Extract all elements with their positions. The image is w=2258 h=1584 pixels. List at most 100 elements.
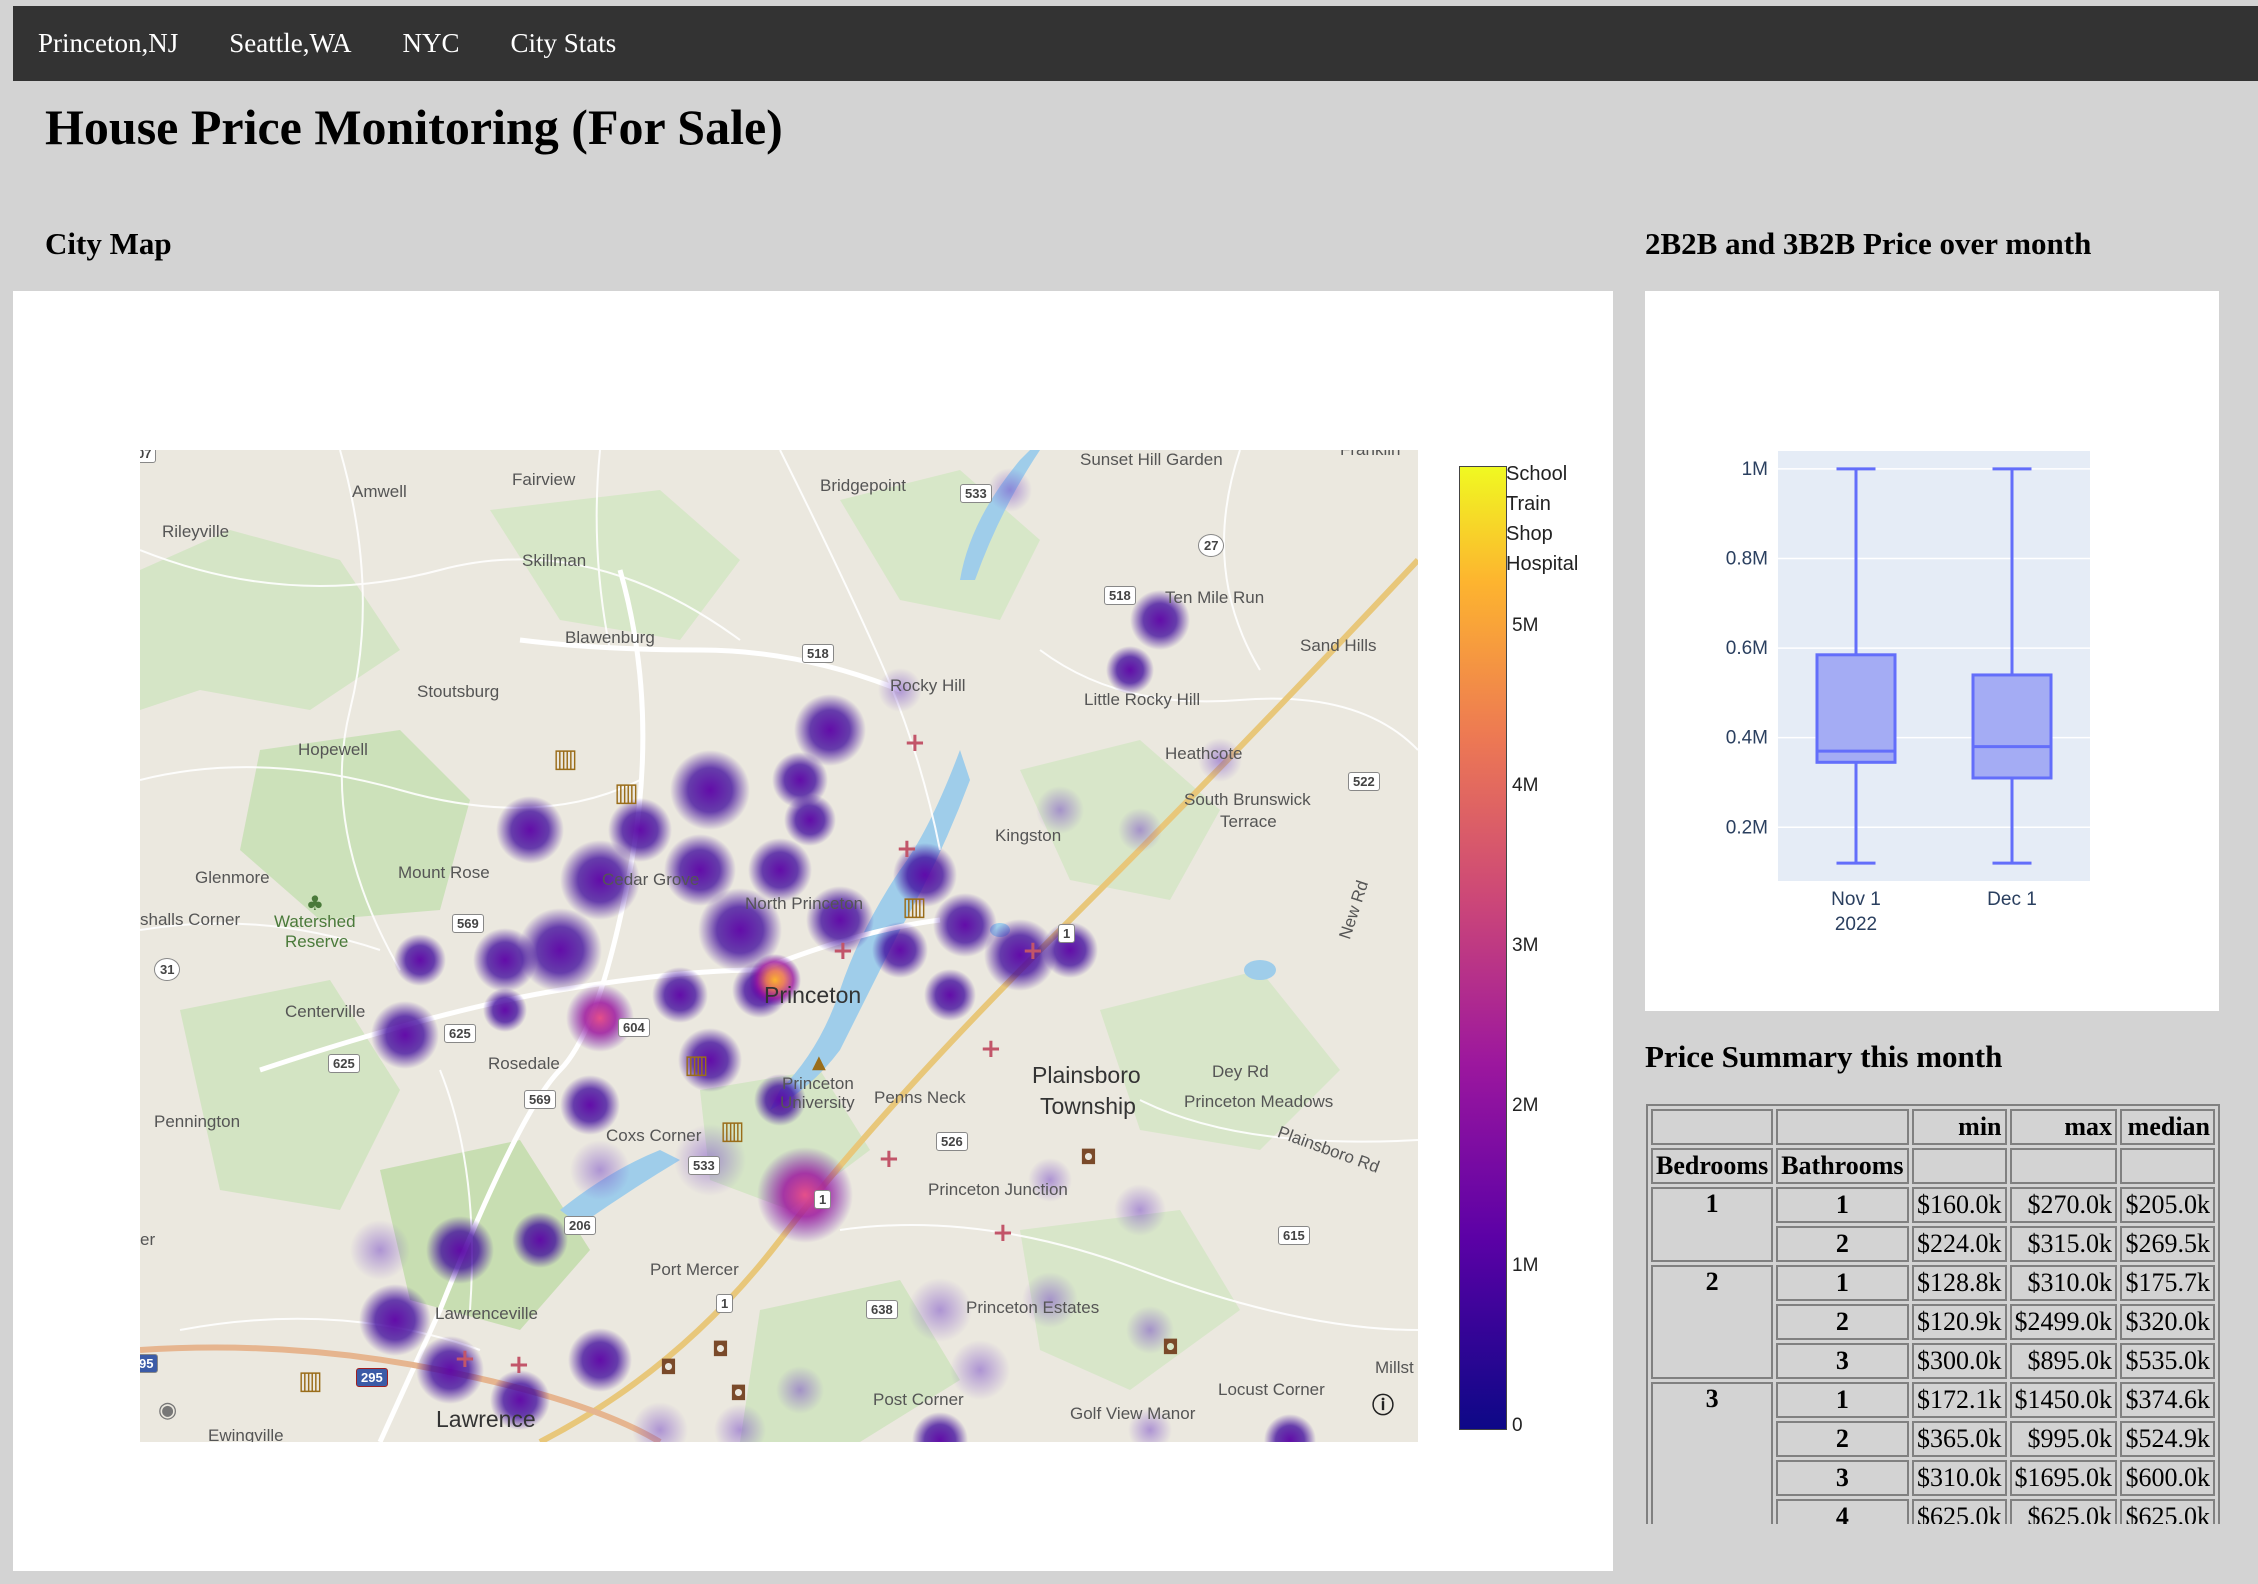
city-map[interactable]: Amwell Fairview Bridgepoint Sunset Hill … [140,450,1418,1442]
train-icon: ▥ [720,1116,745,1146]
place-label: Post Corner [873,1390,964,1409]
place-label: Fairview [512,470,576,489]
bathrooms-cell: 4 [1776,1499,1909,1524]
road-shield: 569 [452,914,484,933]
min-cell: $300.0k [1911,1343,2007,1379]
min-cell: $224.0k [1911,1226,2007,1262]
road-shield: 533 [688,1156,720,1175]
place-label: Lawrenceville [435,1304,538,1323]
table-header-blank [1911,1148,2007,1184]
info-icon[interactable]: ⓘ [1372,1394,1394,1420]
max-cell: $2499.0k [2009,1304,2117,1340]
place-label: Skillman [522,551,587,570]
table-header-bedrooms: Bedrooms [1651,1148,1774,1184]
median-cell: $320.0k [2120,1304,2215,1340]
place-label: Princeton Estates [966,1298,1100,1317]
median-cell: $524.9k [2120,1421,2215,1457]
table-header-row: min max median [1651,1109,2215,1145]
place-label: Pennington [154,1112,241,1131]
place-label: Coxs Corner [606,1126,702,1145]
median-cell: $374.6k [2120,1382,2215,1418]
table-header-blank [2120,1148,2215,1184]
table-row: 1 1 $160.0k $270.0k $205.0k [1651,1187,2215,1262]
min-cell: $310.0k [1911,1460,2007,1496]
place-label: Princeton Meadows [1184,1092,1334,1111]
chart-panel: 0.2M 0.4M 0.6M 0.8M 1M Nov 1 2022 Dec 1 [1645,291,2219,1011]
road-shield: 295 [356,1368,388,1387]
train-icon: ▥ [553,744,578,774]
hospital-icon: + [832,936,854,966]
road-shield: 95 [140,1354,159,1373]
place-label: Port Mercer [650,1260,739,1279]
place-label: Ewingville [208,1426,284,1442]
table-row: 3 1 $172.1k $1450.0k $374.6k [1651,1382,2215,1524]
map-logo-icon: ◉ [158,1398,178,1423]
place-label: Mount Rose [398,863,490,882]
shop-icon: ◘ [660,1355,677,1379]
median-cell: $535.0k [2120,1343,2215,1379]
y-tick-label: 0.8M [1726,549,1768,570]
min-cell: $128.8k [1911,1265,2007,1301]
legend-school: School [1506,463,1568,485]
colorbar-tick: 1M [1512,1255,1539,1276]
chart-section-title: 2B2B and 3B2B Price over month [1645,226,2092,261]
hospital-icon: + [454,1344,476,1374]
place-label: Princeton [764,982,862,1008]
max-cell: $1450.0k [2009,1382,2117,1418]
median-cell: $600.0k [2120,1460,2215,1496]
table-header-min: min [1911,1109,2007,1145]
place-label: Township [1040,1093,1136,1119]
place-label: Golf View Manor [1070,1404,1196,1423]
top-nav: Princeton,NJ Seattle,WA NYC City Stats [13,6,2258,81]
bathrooms-cell: 1 [1776,1265,1909,1301]
y-tick-label: 0.4M [1726,728,1768,749]
nav-princeton[interactable]: Princeton,NJ [38,28,178,59]
median-cell: $205.0k [2120,1187,2215,1223]
train-icon: ▥ [614,778,639,808]
nav-nyc[interactable]: NYC [402,28,459,59]
hospital-icon: + [878,1144,900,1174]
max-cell: $995.0k [2009,1421,2117,1457]
place-label: shalls Corner [140,910,241,929]
colorbar-legend: School Train Shop Hospital [1506,459,1578,579]
table-body: 1 1 $160.0k $270.0k $205.0k 2 $224.0k $315.0k $2… [1651,1187,2215,1524]
school-icon: ▲ [812,1052,826,1073]
place-label: Princeton [782,1074,854,1093]
road-shield: 206 [564,1216,596,1235]
place-label: Centerville [285,1002,366,1021]
colorbar-tick: 4M [1512,775,1539,796]
place-label: Glenmore [195,868,270,887]
road-shield: 625 [328,1054,360,1073]
place-label: Cedar Grove [602,870,700,889]
place-label: South Brunswick [1184,790,1311,809]
box [1815,653,1897,764]
table-header-blank [1776,1109,1909,1145]
place-label: Kingston [995,826,1062,845]
place-label: Rosedale [488,1054,560,1073]
place-label: Dey Rd [1212,1062,1269,1081]
x-tick-label: Nov 1 [1831,889,1881,910]
place-label: Terrace [1220,812,1277,831]
road-shield: 638 [866,1300,898,1319]
min-cell: $120.9k [1911,1304,2007,1340]
road-shield: 569 [524,1090,556,1109]
box-chart[interactable]: 0.2M 0.4M 0.6M 0.8M 1M Nov 1 2022 Dec 1 [1645,291,2219,1011]
nav-seattle[interactable]: Seattle,WA [229,28,351,59]
nav-city-stats[interactable]: City Stats [510,28,616,59]
road-shield: 518 [1104,586,1136,605]
colorbar-tick: 3M [1512,935,1539,956]
min-cell: $365.0k [1911,1421,2007,1457]
place-label: North Princeton [745,894,864,913]
table-header-blank [1651,1109,1774,1145]
place-label: Millst [1375,1358,1414,1377]
place-label: Bridgepoint [820,476,907,495]
bathrooms-cell: 3 [1776,1460,1909,1496]
map-section-title: City Map [45,226,172,261]
road-shield: 07 [140,450,157,463]
hospital-icon: + [992,1218,1014,1248]
legend-train: Train [1506,493,1551,515]
place-label: er [140,1230,156,1249]
place-label: Amwell [352,482,407,501]
max-cell: $1695.0k [2009,1460,2117,1496]
y-tick-label: 0.2M [1726,817,1768,838]
